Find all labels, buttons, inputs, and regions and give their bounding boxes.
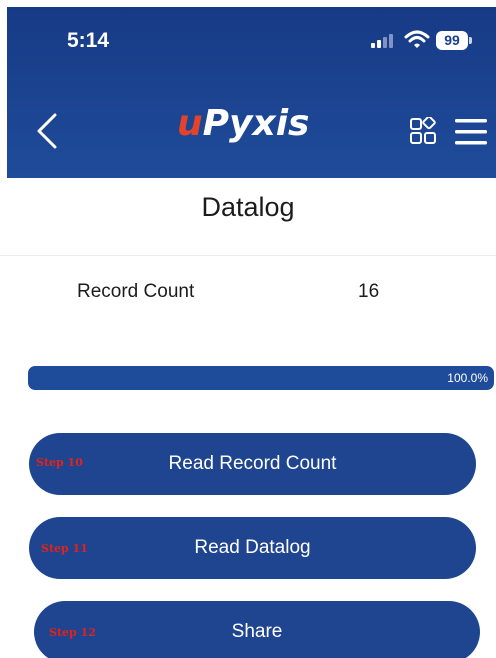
status-time: 5:14 <box>67 29 110 52</box>
menu-icon[interactable] <box>453 115 489 149</box>
signal-icon <box>371 34 393 48</box>
back-chevron-icon[interactable] <box>29 109 65 153</box>
progress-text: 100.0% <box>447 371 488 385</box>
progress-fill <box>28 366 494 390</box>
grid-icon[interactable] <box>409 117 439 147</box>
read-datalog-label: Read Datalog <box>194 537 311 558</box>
read-record-count-label: Read Record Count <box>168 453 337 474</box>
read-record-count-button[interactable]: Read Record Count <box>29 433 476 495</box>
share-label: Share <box>231 621 283 642</box>
read-datalog-button[interactable]: Read Datalog <box>29 517 476 579</box>
divider <box>0 255 496 256</box>
step-11-tag: Step 11 <box>41 542 88 555</box>
logo-text: Pyxis <box>202 103 310 144</box>
page-title: Datalog <box>201 192 295 222</box>
battery-icon: 99 <box>436 31 468 50</box>
upyxis-logo: uPyxis <box>177 103 309 155</box>
battery-nub <box>469 37 472 44</box>
logo-u: u <box>177 103 203 144</box>
step-12-tag: Step 12 <box>49 626 96 639</box>
share-button[interactable]: Share <box>34 601 480 658</box>
wifi-icon <box>404 30 430 48</box>
record-count-label: Record Count <box>77 281 195 302</box>
record-count-value: 16 <box>358 281 380 302</box>
step-10-tag: Step 10 <box>36 456 83 469</box>
progress-bar: 100.0% <box>28 366 494 390</box>
status-bar: 5:14 99 <box>7 7 496 67</box>
app-header: 5:14 99 uPyxis <box>7 7 496 178</box>
